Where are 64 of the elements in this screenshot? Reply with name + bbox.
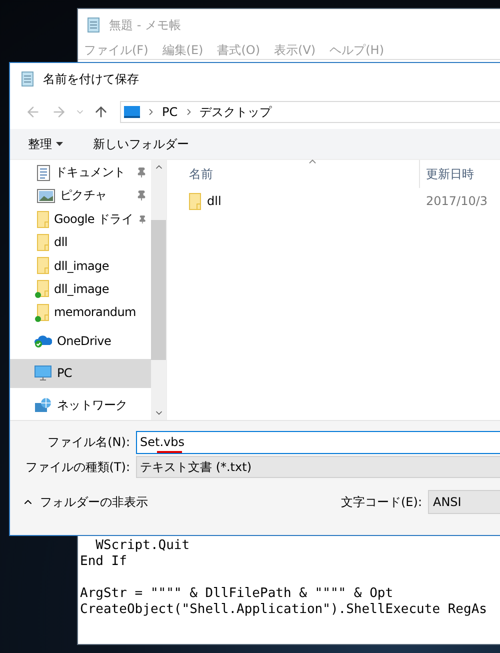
nav-label: OneDrive (57, 334, 112, 348)
code-line: WScript.Quit (94, 538, 191, 554)
file-name[interactable]: dll (207, 194, 222, 208)
monitor-icon (124, 106, 140, 118)
column-header[interactable]: 更新日時 (420, 166, 474, 182)
field-label: ファイルの種類(T): (24, 458, 131, 476)
nav-item[interactable]: PC (10, 358, 151, 388)
underline-mark (157, 450, 182, 452)
document-icon (37, 164, 50, 181)
scroll-thumb[interactable] (151, 220, 166, 360)
dialog-title: 名前を付けて保存 (43, 70, 139, 88)
window-title: 無題 - メモ帳 (109, 16, 181, 34)
nav-item[interactable]: ドキュメント (10, 161, 151, 184)
address-bar[interactable]: PC デスクトップ (120, 101, 500, 123)
nav-item[interactable]: OneDrive (10, 326, 151, 356)
file-date: 2017/10/3 (425, 194, 488, 208)
nav-item[interactable]: ピクチャ (10, 184, 151, 208)
folder-icon (37, 304, 49, 321)
caret-icon (56, 142, 63, 146)
nav-label: dll (54, 235, 68, 250)
column-header[interactable]: 名前 (167, 160, 420, 188)
picture-icon (37, 188, 55, 203)
hide-folders-button[interactable]: フォルダーの非表示 (22, 494, 148, 510)
nav-item[interactable]: dll_image (10, 277, 151, 300)
nav-label: Google ドライ (54, 210, 134, 228)
network-icon (34, 397, 52, 414)
folder-icon (37, 257, 49, 274)
pin-icon (136, 167, 147, 178)
field-label: 文字コード(E): (341, 494, 423, 510)
breadcrumb[interactable]: デスクトップ (200, 104, 272, 120)
nav-item[interactable]: dll_image (10, 254, 151, 278)
nav-label: ピクチャ (60, 187, 108, 204)
nav-label: dll_image (54, 282, 110, 296)
pin-icon (138, 214, 147, 225)
pin-icon (136, 190, 147, 202)
nav-item[interactable]: Google ドライ (10, 208, 151, 231)
nav-label: PC (57, 366, 74, 380)
folder-icon (189, 192, 201, 210)
toolbar-button[interactable]: 整理 (28, 136, 63, 152)
code-line: End If (80, 554, 128, 570)
sync-status-icon (35, 292, 41, 298)
nav-label: dll_image (54, 258, 110, 273)
nav-label: memorandum (54, 305, 137, 320)
cloud-icon (34, 334, 52, 348)
nav-label: ネットワーク (57, 396, 128, 414)
scrollbar[interactable] (151, 160, 166, 420)
notepad-icon (20, 71, 35, 87)
nav-item[interactable]: dll (10, 230, 151, 254)
file-type-select[interactable]: テキスト文書 (*.txt) (136, 456, 500, 478)
folder-icon (37, 280, 49, 298)
code-line: CreateObject("Shell.Application").ShellExecute RegAs (80, 602, 488, 618)
monitor-icon (34, 365, 52, 382)
folder-icon (37, 234, 49, 251)
nav-item[interactable]: memorandum (10, 300, 151, 324)
field-label: ファイル名(N): (46, 434, 131, 450)
folder-icon (37, 210, 49, 228)
code-line: ArgStr = """" & DllFilePath & """" & Opt (80, 586, 394, 602)
nav-label: ドキュメント (55, 164, 126, 182)
nav-item[interactable]: ネットワーク (10, 390, 151, 420)
encoding-select[interactable]: ANSI (428, 490, 500, 514)
notepad-icon (86, 17, 101, 33)
toolbar-button[interactable]: 新しいフォルダー (93, 136, 189, 152)
breadcrumb[interactable]: PC (162, 105, 178, 119)
file-name-field[interactable]: Set.vbs (136, 430, 500, 454)
